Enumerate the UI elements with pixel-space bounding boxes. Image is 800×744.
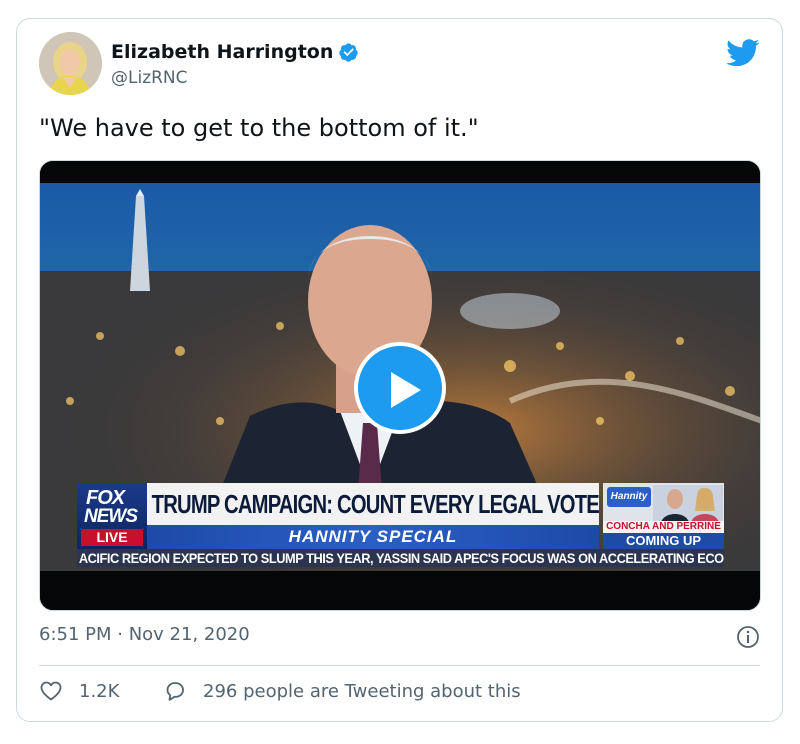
news-lower-third: FOX NEWS LIVE TRUMP CAMPAIGN: COUNT EVER…	[77, 483, 724, 575]
reply-bubble-icon	[166, 682, 184, 701]
guests-photo-icon	[653, 485, 723, 523]
tweet-timestamp[interactable]: 6:51 PM · Nov 21, 2020	[39, 624, 250, 645]
show-promo: Hannity CONCHA AND PERRINE COMING UP	[603, 483, 724, 549]
fox-news-logo: FOX NEWS LIVE	[77, 483, 147, 549]
verified-badge-icon	[339, 42, 359, 62]
author-handle[interactable]: @LizRNC	[111, 68, 188, 88]
news-subheadline: HANNITY SPECIAL	[147, 525, 599, 549]
tweet-card[interactable]: Elizabeth Harrington @LizRNC "We have to…	[16, 18, 783, 722]
hannity-logo: Hannity	[607, 487, 651, 507]
play-button[interactable]	[354, 342, 446, 434]
live-badge: LIVE	[81, 529, 143, 546]
like-count: 1.2K	[79, 680, 120, 702]
promo-coming-up-text: COMING UP	[603, 533, 724, 549]
news-ticker: ACIFIC REGION EXPECTED TO SLUMP THIS YEA…	[77, 549, 724, 567]
news-headline: TRUMP CAMPAIGN: COUNT EVERY LEGAL VOTE	[147, 483, 600, 525]
promo-guests-text: CONCHA AND PERRINE	[603, 521, 724, 533]
avatar-photo-icon	[39, 32, 102, 95]
tweet-text: "We have to get to the bottom of it."	[39, 114, 479, 142]
like-button[interactable]: 1.2K	[39, 679, 119, 703]
author-display-name[interactable]: Elizabeth Harrington	[111, 41, 333, 63]
avatar[interactable]	[39, 32, 102, 95]
play-icon	[391, 372, 421, 408]
info-icon[interactable]	[736, 625, 760, 649]
video-player[interactable]: FOX NEWS LIVE TRUMP CAMPAIGN: COUNT EVER…	[39, 160, 761, 611]
network-bottom-text: NEWS	[84, 506, 138, 527]
heart-icon	[40, 681, 62, 701]
divider	[39, 665, 760, 666]
tweeting-about-link[interactable]: 296 people are Tweeting about this	[163, 679, 521, 703]
twitter-bird-icon[interactable]	[726, 39, 760, 67]
tweeting-about-text: 296 people are Tweeting about this	[203, 680, 521, 702]
